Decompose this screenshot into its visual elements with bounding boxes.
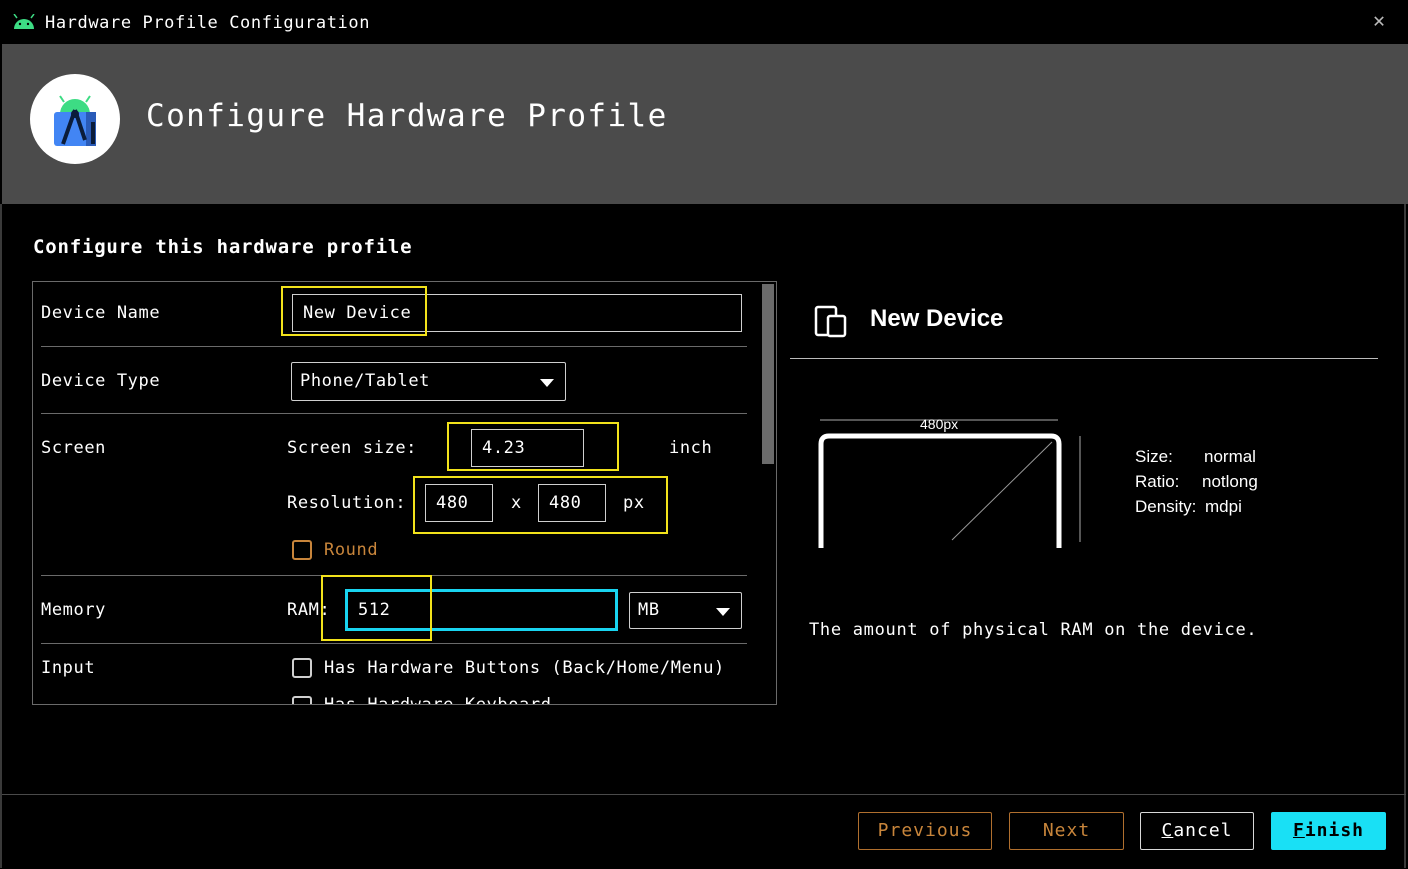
device-type-value: Phone/Tablet [300, 371, 431, 391]
screen-label: Screen [41, 438, 107, 458]
next-button[interactable]: Next [1009, 812, 1124, 850]
size-key: Size: [1135, 447, 1173, 466]
highlight-box-ram [321, 575, 432, 641]
divider [41, 643, 747, 644]
screen-size-label: Screen size: [287, 438, 418, 458]
input-label: Input [41, 658, 96, 678]
round-label: Round [324, 540, 379, 560]
section-title: Configure this hardware profile [33, 236, 413, 258]
android-icon [13, 14, 35, 29]
hardware-buttons-label: Has Hardware Buttons (Back/Home/Menu) [324, 658, 725, 678]
size-value: normal [1204, 447, 1256, 466]
device-phone-tablet-icon [814, 305, 847, 338]
chevron-down-icon [540, 379, 554, 387]
hardware-keyboard-checkbox[interactable] [292, 696, 312, 704]
ram-unit-dropdown[interactable]: MB [629, 592, 742, 629]
chevron-down-icon [716, 608, 730, 616]
preview-device-name: New Device [870, 305, 1004, 332]
divider [790, 358, 1378, 359]
highlight-box-screen-size [447, 422, 619, 471]
ratio-value: notlong [1202, 472, 1258, 491]
ratio-key: Ratio: [1135, 472, 1180, 491]
round-checkbox[interactable] [292, 540, 312, 560]
android-studio-logo [30, 74, 120, 164]
screen-size-unit: inch [669, 438, 713, 458]
ram-unit-value: MB [638, 600, 660, 620]
device-name-label: Device Name [41, 303, 161, 323]
hardware-buttons-checkbox[interactable] [292, 658, 312, 678]
divider [2, 794, 1406, 795]
close-icon[interactable]: ✕ [1368, 9, 1390, 31]
cancel-button[interactable]: Cancel [1140, 812, 1254, 850]
device-type-label: Device Type [41, 371, 161, 391]
hardware-keyboard-label: Has Hardware Keyboard [324, 695, 552, 705]
resolution-label: Resolution: [287, 493, 407, 513]
highlight-box-resolution [413, 476, 668, 534]
device-type-dropdown[interactable]: Phone/Tablet [291, 362, 566, 401]
preview-width-label: 480px [920, 416, 959, 432]
window-title: Hardware Profile Configuration [45, 13, 371, 33]
finish-button[interactable]: Finish [1271, 812, 1386, 850]
header-title: Configure Hardware Profile [146, 98, 668, 134]
form-panel: Device Name New Device Device Type Phone… [32, 281, 777, 705]
divider [41, 413, 747, 414]
previous-button[interactable]: Previous [858, 812, 992, 850]
density-value: mdpi [1205, 497, 1242, 516]
highlight-box-device-name [281, 286, 427, 336]
help-text: The amount of physical RAM on the device… [809, 620, 1258, 640]
divider [41, 346, 747, 347]
memory-label: Memory [41, 600, 107, 620]
density-key: Density: [1135, 497, 1197, 516]
scrollbar-thumb[interactable] [762, 284, 774, 464]
